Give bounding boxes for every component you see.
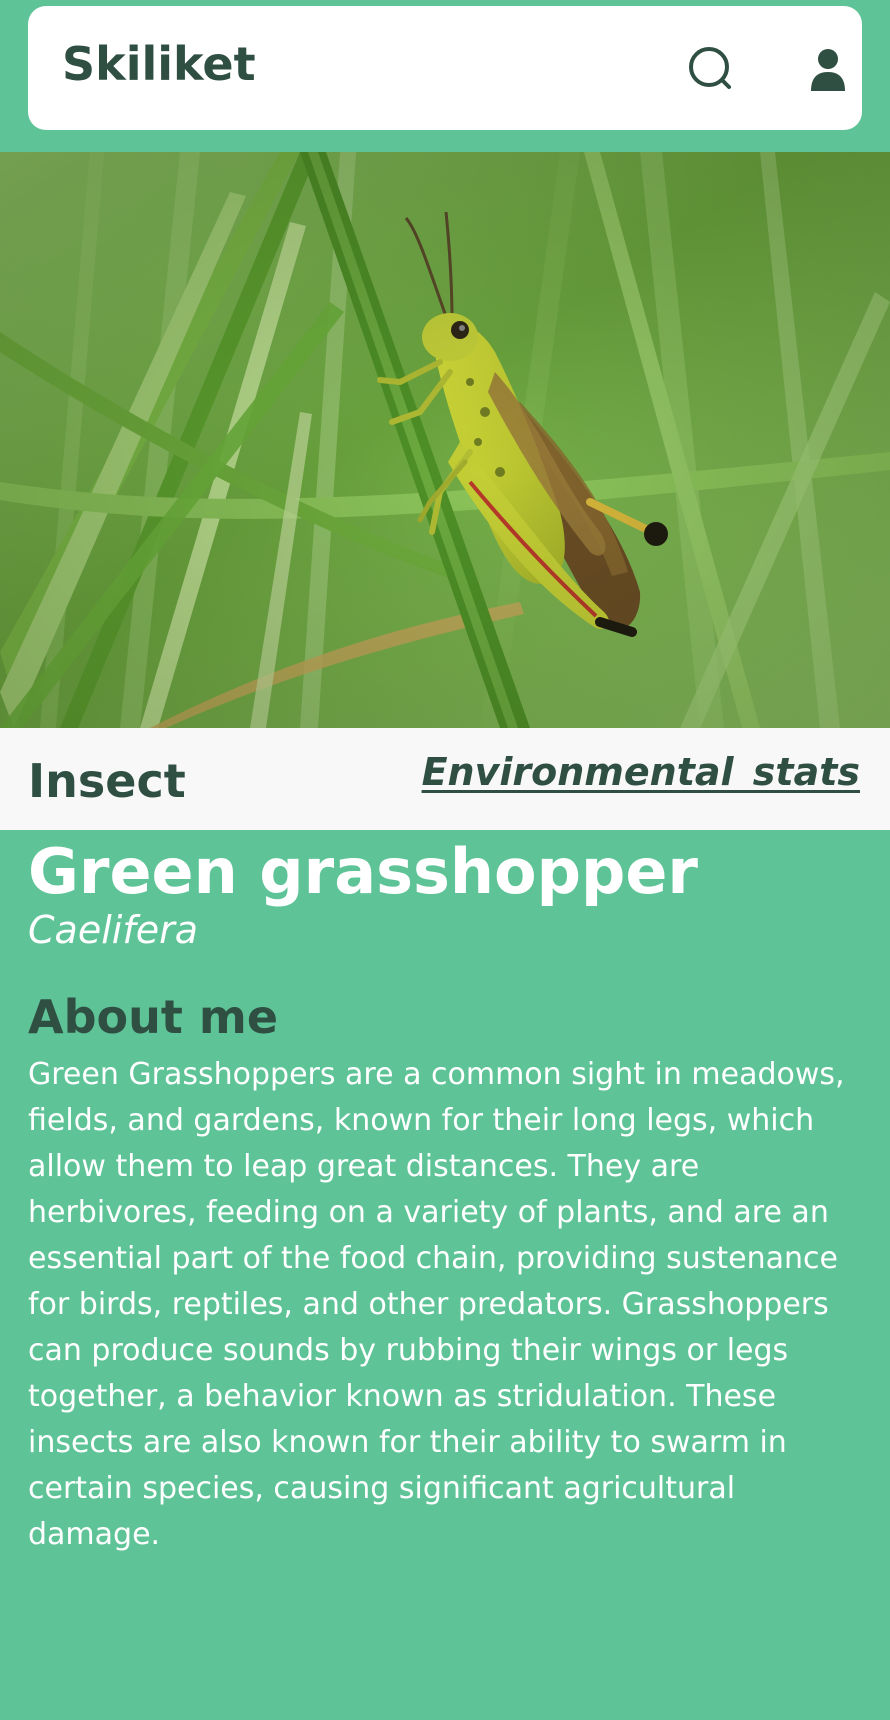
- category-label: Insect: [28, 754, 186, 808]
- species-details: Green grasshopper Caelifera About me Gre…: [28, 836, 864, 1558]
- species-scientific-name: Caelifera: [28, 908, 198, 953]
- about-text: Green Grasshoppers are a common sight in…: [28, 1056, 845, 1552]
- user-icon: [811, 49, 845, 91]
- profile-button[interactable]: [800, 42, 856, 98]
- top-bar: Skiliket: [0, 0, 890, 152]
- species-common-name: Green grasshopper: [28, 835, 699, 908]
- species-photo: [0, 152, 890, 728]
- header-card: Skiliket: [28, 6, 862, 130]
- category-bar: Insect Environmental stats: [0, 728, 890, 830]
- app-title: Skiliket: [62, 37, 256, 91]
- about-heading: About me: [28, 989, 279, 1044]
- search-button[interactable]: [684, 42, 740, 98]
- search-icon: [689, 47, 731, 89]
- environmental-stats-link[interactable]: Environmental stats: [422, 750, 860, 794]
- grasshopper-photo: [0, 152, 890, 728]
